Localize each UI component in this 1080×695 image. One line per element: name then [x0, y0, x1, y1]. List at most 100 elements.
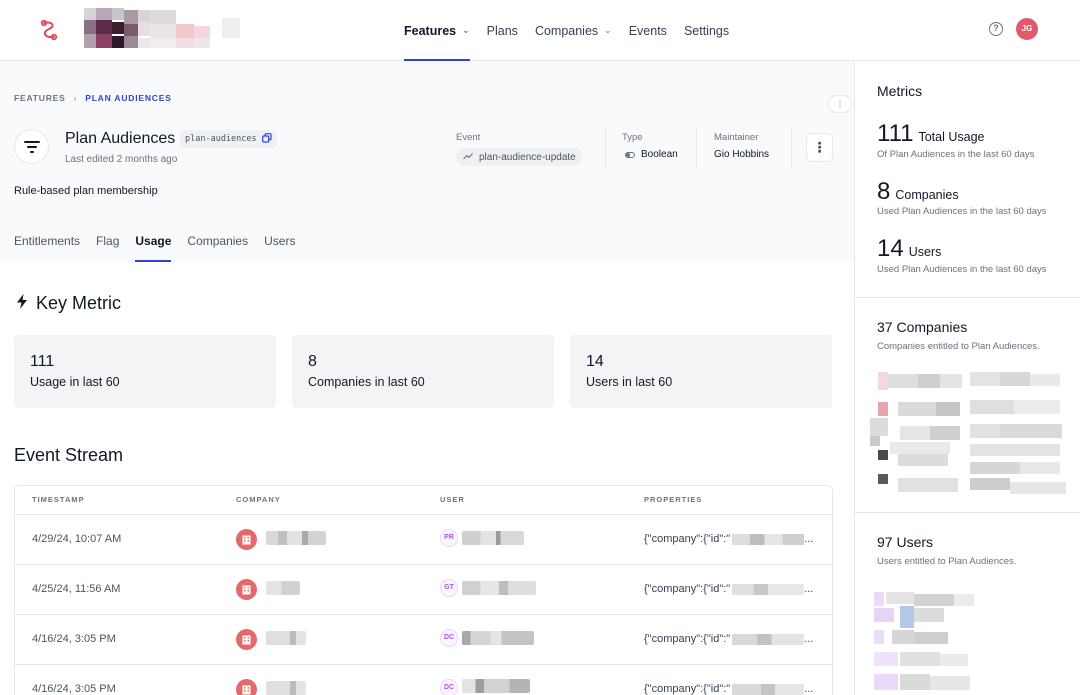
metric-subtext: Of Plan Audiences in the last 60 days [877, 149, 1035, 160]
help-icon[interactable]: ? [989, 22, 1003, 36]
feature-key-badge[interactable]: plan-audiences [180, 130, 277, 148]
entitled-users-sub: Users entitled to Plan Audiences. [877, 556, 1017, 567]
maintainer-value: Gio Hobbins [714, 149, 770, 160]
properties: {"company":{"id":"... [644, 683, 814, 695]
column-header[interactable]: USER [440, 495, 465, 504]
user-avatar[interactable]: JG [1016, 18, 1038, 40]
building-icon [236, 579, 257, 600]
divider [791, 128, 792, 168]
nav-plans[interactable]: Plans [487, 0, 518, 61]
table-row[interactable]: 4/29/24, 10:07 AM PR {"company":{"id":".… [15, 514, 832, 564]
event-value: plan-audience-update [479, 151, 576, 163]
properties: {"company":{"id":"... [644, 633, 814, 645]
company-list-redacted [870, 372, 1066, 494]
nav-companies[interactable]: Companies ⌄ [535, 0, 612, 61]
main-nav: Features ⌄ Plans Companies ⌄ Events Settin… [404, 0, 746, 61]
metric-subtext: Used Plan Audiences in the last 60 days [877, 264, 1047, 275]
nav-features[interactable]: Features ⌄ [404, 0, 470, 61]
user-avatar-small: DC [440, 629, 458, 647]
users-metric: 14 Users [877, 235, 942, 262]
divider [855, 297, 1080, 298]
entitled-companies-title: 37 Companies [877, 319, 968, 335]
entitled-companies-sub: Companies entitled to Plan Audiences. [877, 341, 1040, 352]
feature-tabs: Entitlements Flag Usage Companies Users [14, 222, 311, 262]
user-list-redacted [874, 592, 974, 690]
metric-label: Usage in last 60 [30, 375, 120, 389]
feature-description: Rule-based plan membership [14, 185, 158, 197]
companies-metric: 8 Companies [877, 178, 959, 205]
breadcrumb-current[interactable]: PLAN AUDIENCES [85, 93, 171, 103]
type-label: Type [622, 132, 643, 143]
metric-value: 14 [586, 353, 604, 370]
trend-icon [463, 152, 473, 163]
event-stream-table: TIMESTAMP COMPANY USER PROPERTIES 4/29/2… [14, 485, 833, 695]
tab-flag[interactable]: Flag [96, 222, 119, 262]
event-label: Event [456, 132, 481, 143]
user-name-redacted [462, 631, 534, 645]
entitled-users-title: 97 Users [877, 534, 934, 550]
page-title: Plan Audiences [65, 130, 176, 147]
tab-users[interactable]: Users [264, 222, 295, 262]
metric-card-users: 14 Users in last 60 [570, 335, 832, 408]
tab-companies[interactable]: Companies [187, 222, 248, 262]
type-value: Boolean [625, 149, 678, 160]
user-name-redacted [462, 531, 524, 545]
building-icon [236, 529, 257, 550]
metric-subtext: Used Plan Audiences in the last 60 days [877, 206, 1047, 217]
metric-card-usage: 111 Usage in last 60 [14, 335, 276, 408]
user-avatar-small: GT [440, 579, 458, 597]
timestamp: 4/29/24, 10:07 AM [32, 533, 122, 545]
nav-settings[interactable]: Settings [684, 0, 729, 61]
divider [696, 128, 697, 168]
properties: {"company":{"id":"... [644, 533, 814, 545]
tab-entitlements[interactable]: Entitlements [14, 222, 80, 262]
tab-usage[interactable]: Usage [135, 222, 172, 262]
filter-icon [14, 129, 49, 164]
breadcrumb: FEATURES › PLAN AUDIENCES [14, 93, 172, 103]
app-logo-icon[interactable] [38, 18, 60, 42]
key-metric-heading: Key Metric [16, 293, 121, 314]
panel-toggle-icon[interactable]: ∥ [828, 95, 852, 113]
table-row[interactable]: 4/16/24, 3:05 PM DC {"company":{"id":"..… [15, 614, 832, 664]
event-stream-heading: Event Stream [14, 445, 124, 465]
user-name-redacted [462, 581, 536, 595]
total-usage-metric: 111 Total Usage [877, 120, 985, 147]
timestamp: 4/25/24, 11:56 AM [32, 583, 121, 595]
user-avatar-small: PR [440, 529, 458, 547]
breadcrumb-features[interactable]: FEATURES [14, 93, 66, 103]
metric-card-companies: 8 Companies in last 60 [292, 335, 554, 408]
event-chip[interactable]: plan-audience-update [456, 148, 583, 166]
divider [855, 512, 1080, 513]
timestamp: 4/16/24, 3:05 PM [32, 633, 116, 645]
last-edited: Last edited 2 months ago [65, 154, 178, 165]
more-options-button[interactable]: ⋮ [806, 133, 833, 162]
properties: {"company":{"id":"... [644, 583, 814, 595]
company-name-redacted [266, 631, 306, 645]
column-header[interactable]: COMPANY [236, 495, 281, 504]
nav-events[interactable]: Events [629, 0, 667, 61]
building-icon [236, 679, 257, 695]
chevron-down-icon: ⌄ [604, 25, 612, 35]
chevron-down-icon: ⌄ [462, 25, 470, 35]
table-row[interactable]: 4/25/24, 11:56 AM GT {"company":{"id":".… [15, 564, 832, 614]
metric-label: Companies in last 60 [308, 375, 425, 389]
user-avatar-small: DC [440, 679, 458, 695]
column-header[interactable]: TIMESTAMP [32, 495, 85, 504]
copy-icon[interactable] [261, 132, 272, 146]
metrics-title: Metrics [877, 83, 923, 99]
metric-label: Users in last 60 [586, 375, 673, 389]
timestamp: 4/16/24, 3:05 PM [32, 683, 116, 695]
company-name-redacted [266, 531, 326, 545]
table-row[interactable]: 4/16/24, 3:05 PM DC {"company":{"id":"..… [15, 664, 832, 695]
org-name-redacted [82, 8, 242, 52]
user-name-redacted [462, 679, 530, 693]
lightning-icon [16, 293, 28, 314]
metric-value: 8 [308, 353, 317, 370]
column-header[interactable]: PROPERTIES [644, 495, 702, 504]
toggle-icon [625, 151, 635, 158]
metric-value: 111 [30, 353, 55, 370]
maintainer-label: Maintainer [714, 132, 759, 143]
company-name-redacted [266, 581, 300, 595]
company-name-redacted [266, 681, 306, 695]
building-icon [236, 629, 257, 650]
